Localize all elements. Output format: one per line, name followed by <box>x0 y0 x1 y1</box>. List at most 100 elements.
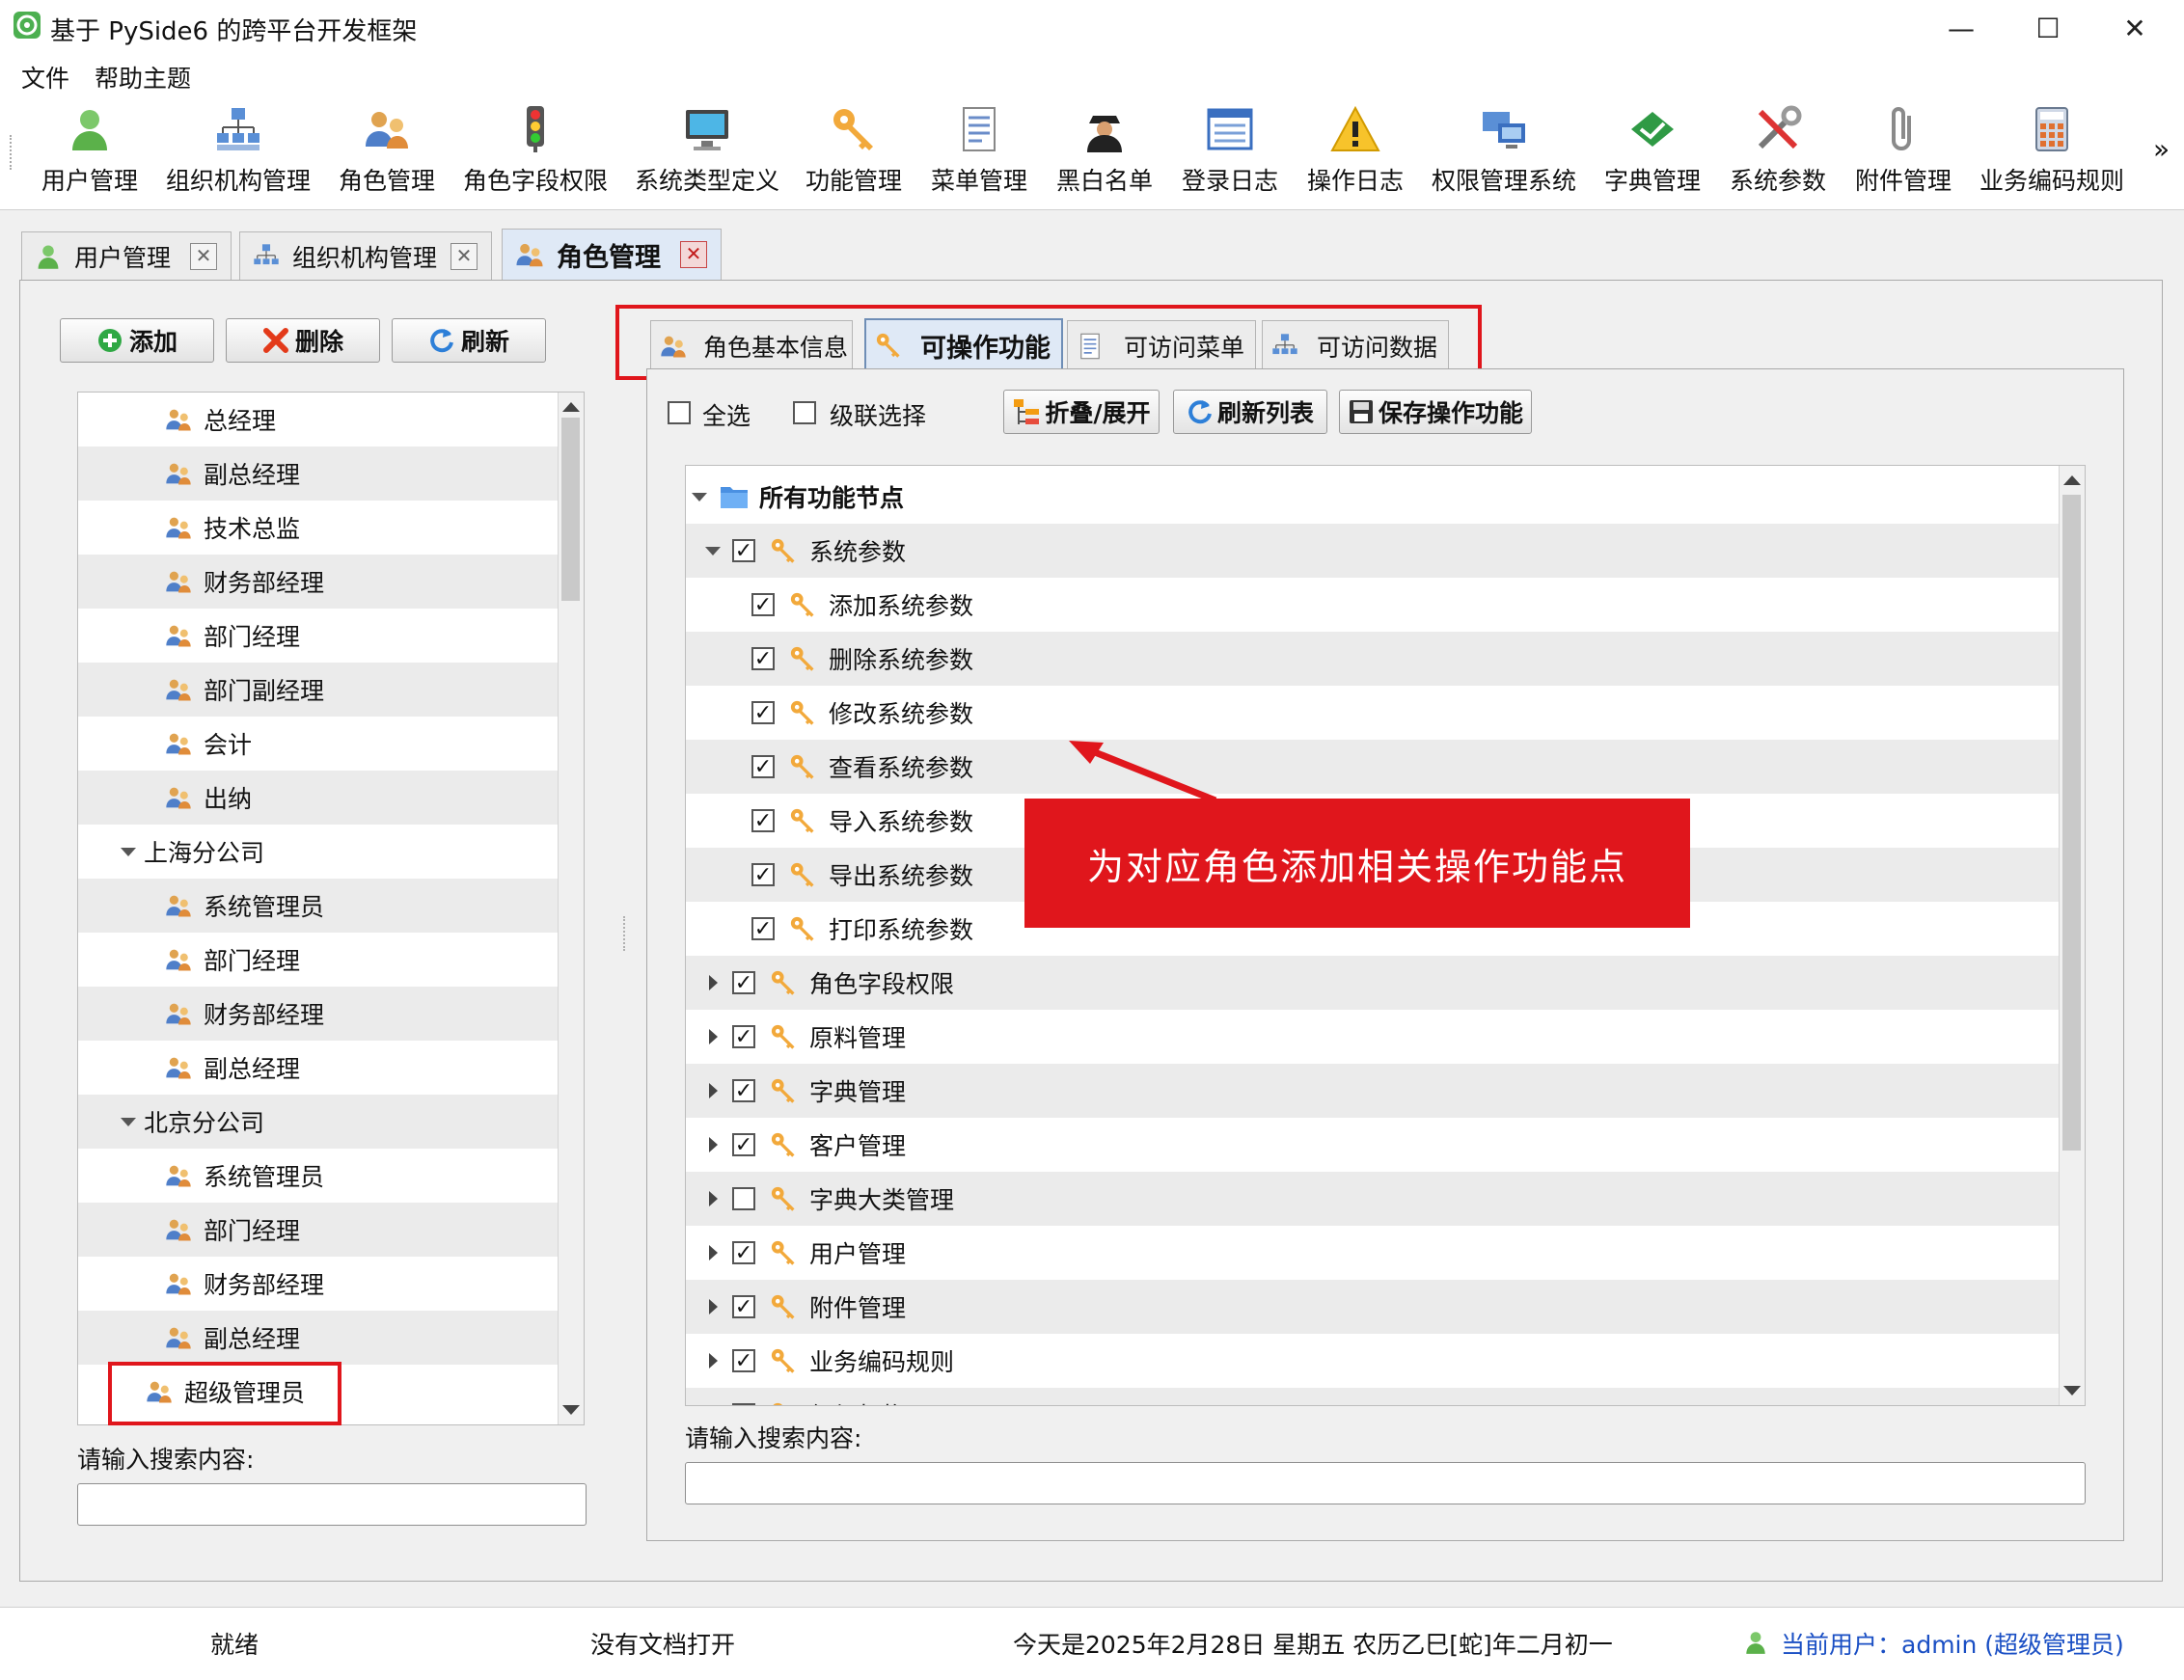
toolbar-org-button[interactable]: 组织机构管理 <box>164 104 313 201</box>
expand-arrow-icon[interactable] <box>708 1029 718 1044</box>
function-checkbox[interactable]: ✓ <box>732 539 755 562</box>
tree-role-row[interactable]: 财务部经理 <box>78 1257 560 1311</box>
select-all-checkbox[interactable] <box>668 401 691 424</box>
role-tree-scrollbar[interactable] <box>558 393 584 1424</box>
toolbar-attachment-button[interactable]: 附件管理 <box>1852 104 1954 201</box>
refresh-button[interactable]: 刷新 <box>392 318 546 363</box>
function-node-row[interactable]: ✓ 角色字段权限 <box>686 956 2060 1010</box>
doctab-role-management[interactable]: 角色管理 ✕ <box>502 229 722 280</box>
tree-role-row[interactable]: 技术总监 <box>78 501 560 555</box>
toolbar-user-button[interactable]: 用户管理 <box>39 104 141 201</box>
function-node-row[interactable]: ✓ 用户管理 <box>686 1226 2060 1280</box>
function-search-input[interactable] <box>685 1462 2086 1504</box>
function-checkbox[interactable]: ✓ <box>732 1079 755 1102</box>
function-node-row[interactable]: ✓ 删除系统参数 <box>686 632 2060 686</box>
tree-group-row[interactable]: 上海分公司 <box>78 825 560 879</box>
function-node-row[interactable]: ✓ 添加系统参数 <box>686 578 2060 632</box>
function-node-row[interactable]: ✓ 组织机构 <box>686 1388 2060 1405</box>
left-search-input[interactable] <box>77 1483 587 1526</box>
function-tree[interactable]: 所有功能节点 ✓ 系统参数 ✓ 添加系统参数 ✓ 删除系统参数 ✓ 修改系统参数 ✓ 查看系统参数… <box>685 465 2086 1406</box>
function-node-row[interactable]: ✓ 修改系统参数 <box>686 686 2060 740</box>
tree-role-row[interactable]: 财务部经理 <box>78 987 560 1041</box>
tree-role-row[interactable]: 会计 <box>78 717 560 771</box>
tree-role-row[interactable]: 部门经理 <box>78 933 560 987</box>
role-tree[interactable]: 总经理 副总经理 技术总监 财务部经理 部门经理 部门副经理 会计 出纳 上海分公司 系统管理员部… <box>77 392 585 1425</box>
collapse-arrow-icon[interactable] <box>705 546 721 555</box>
save-functions-button[interactable]: 保存操作功能 <box>1339 390 1532 434</box>
function-checkbox[interactable] <box>732 1187 755 1210</box>
function-checkbox[interactable]: ✓ <box>732 1295 755 1318</box>
maximize-button[interactable]: ☐ <box>2005 0 2091 56</box>
menu-help[interactable]: 帮助主题 <box>95 60 191 95</box>
toolbar-permission-system-button[interactable]: 权限管理系统 <box>1432 104 1576 201</box>
tree-role-row[interactable]: 部门经理 <box>78 609 560 663</box>
status-current-user[interactable]: 当前用户：admin (超级管理员) <box>1781 1626 2124 1661</box>
function-checkbox[interactable]: ✓ <box>751 917 775 940</box>
expand-arrow-icon[interactable] <box>708 1083 718 1098</box>
expand-arrow-icon[interactable] <box>708 1245 718 1260</box>
function-node-row[interactable]: 字典大类管理 <box>686 1172 2060 1226</box>
function-checkbox[interactable]: ✓ <box>751 647 775 670</box>
function-checkbox[interactable]: ✓ <box>751 701 775 724</box>
expand-arrow-icon[interactable] <box>708 975 718 990</box>
toolbar-role-button[interactable]: 角色管理 <box>336 104 438 201</box>
scroll-thumb[interactable] <box>2062 495 2081 1151</box>
function-tree-scrollbar[interactable] <box>2059 466 2085 1405</box>
tree-role-row[interactable]: 出纳 <box>78 771 560 825</box>
scroll-up-icon[interactable] <box>562 402 580 412</box>
function-checkbox[interactable]: ✓ <box>732 1025 755 1048</box>
toolbar-blacklist-button[interactable]: 黑白名单 <box>1053 104 1156 201</box>
scroll-down-icon[interactable] <box>2063 1386 2081 1395</box>
minimize-button[interactable]: — <box>1918 0 2005 56</box>
toolbar-systype-button[interactable]: 系统类型定义 <box>635 104 779 201</box>
toolbar-role-field-button[interactable]: 角色字段权限 <box>463 104 608 201</box>
cascade-checkbox[interactable] <box>793 401 816 424</box>
tree-role-row[interactable]: 部门副经理 <box>78 663 560 717</box>
function-node-row[interactable]: ✓ 附件管理 <box>686 1280 2060 1334</box>
doctab-org-management[interactable]: 组织机构管理 ✕ <box>239 231 492 280</box>
doctab-close-icon[interactable]: ✕ <box>680 241 707 268</box>
collapse-arrow-icon[interactable] <box>121 847 136 856</box>
tree-group-row[interactable]: 北京分公司 <box>78 1095 560 1149</box>
expand-arrow-icon[interactable] <box>708 1191 718 1206</box>
tree-role-row[interactable]: 系统管理员 <box>78 879 560 933</box>
function-checkbox[interactable]: ✓ <box>732 1403 755 1405</box>
menu-file[interactable]: 文件 <box>21 60 69 95</box>
function-checkbox[interactable]: ✓ <box>751 593 775 616</box>
add-button[interactable]: 添加 <box>60 318 214 363</box>
scroll-up-icon[interactable] <box>2063 475 2081 485</box>
expand-arrow-icon[interactable] <box>708 1137 718 1152</box>
function-checkbox[interactable]: ✓ <box>751 863 775 886</box>
function-checkbox[interactable]: ✓ <box>732 1349 755 1372</box>
tree-role-row[interactable]: 副总经理 <box>78 1311 560 1365</box>
toolbar-grip[interactable] <box>10 135 15 170</box>
close-button[interactable]: ✕ <box>2091 0 2178 56</box>
tree-role-row[interactable]: 部门经理 <box>78 1203 560 1257</box>
function-node-row[interactable]: ✓ 字典管理 <box>686 1064 2060 1118</box>
scroll-down-icon[interactable] <box>562 1405 580 1415</box>
toolbar-overflow-button[interactable]: » <box>2153 133 2170 165</box>
function-node-row[interactable]: ✓ 查看系统参数 <box>686 740 2060 794</box>
tree-role-row[interactable]: 系统管理员 <box>78 1149 560 1203</box>
collapse-arrow-icon[interactable] <box>121 1117 136 1126</box>
function-node-row[interactable]: ✓ 客户管理 <box>686 1118 2060 1172</box>
tree-role-row[interactable]: 财务部经理 <box>78 555 560 609</box>
tree-role-row[interactable]: 副总经理 <box>78 447 560 501</box>
function-checkbox[interactable]: ✓ <box>751 755 775 778</box>
delete-button[interactable]: 删除 <box>226 318 380 363</box>
toolbar-menu-button[interactable]: 菜单管理 <box>928 104 1030 201</box>
function-checkbox[interactable]: ✓ <box>732 971 755 994</box>
toolbar-bizcode-button[interactable]: 业务编码规则 <box>1978 104 2126 201</box>
collapse-arrow-icon[interactable] <box>692 492 707 501</box>
toolbar-function-button[interactable]: 功能管理 <box>803 104 905 201</box>
toolbar-dict-button[interactable]: 字典管理 <box>1601 104 1704 201</box>
function-node-row[interactable]: ✓ 原料管理 <box>686 1010 2060 1064</box>
function-node-row[interactable]: ✓ 系统参数 <box>686 524 2060 578</box>
function-node-row[interactable]: ✓ 业务编码规则 <box>686 1334 2060 1388</box>
function-checkbox[interactable]: ✓ <box>751 809 775 832</box>
toolbar-oplog-button[interactable]: 操作日志 <box>1304 104 1406 201</box>
tree-role-row[interactable]: 总经理 <box>78 393 560 447</box>
toolbar-sysparam-button[interactable]: 系统参数 <box>1727 104 1829 201</box>
expand-arrow-icon[interactable] <box>708 1299 718 1314</box>
scroll-thumb[interactable] <box>561 418 580 601</box>
